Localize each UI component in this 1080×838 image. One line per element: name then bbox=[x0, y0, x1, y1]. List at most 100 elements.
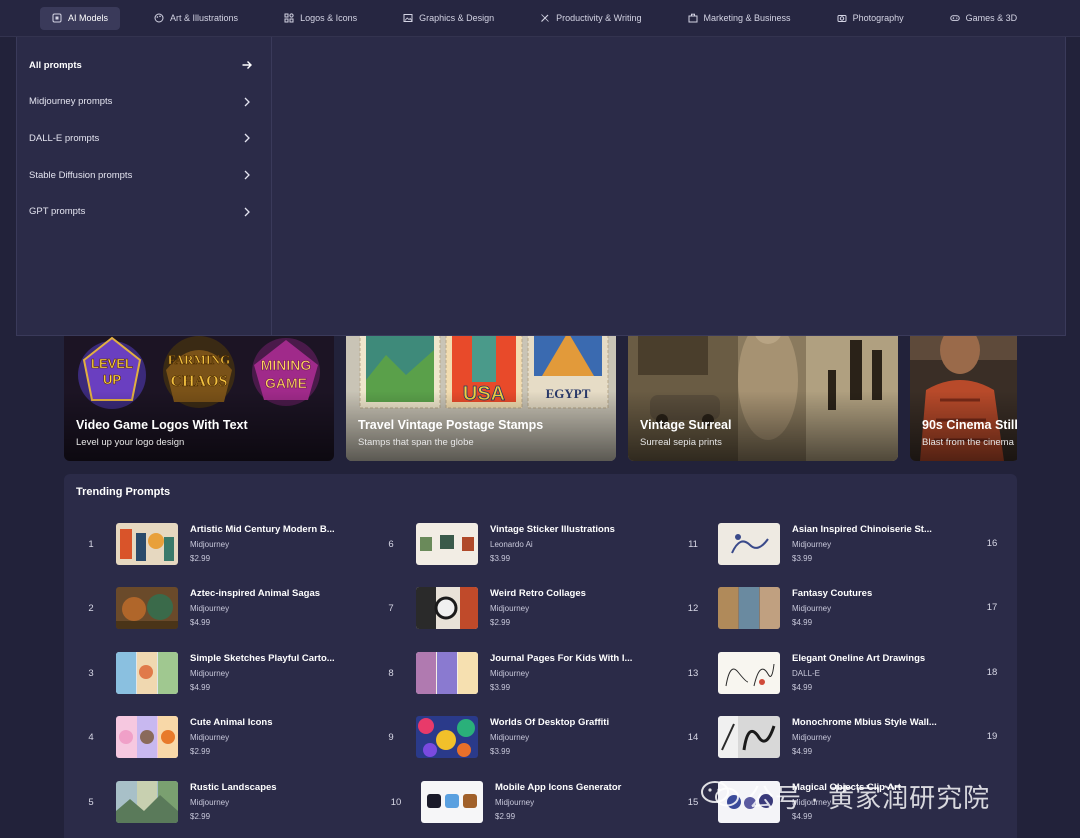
trending-price: $4.99 bbox=[190, 682, 211, 692]
trending-item[interactable]: 10 Mobile App Icons Generator Midjourney… bbox=[381, 780, 621, 824]
trending-thumbnail bbox=[116, 781, 178, 823]
trending-item[interactable]: 12 Fantasy Coutures Midjourney $4.99 bbox=[678, 586, 872, 630]
trending-name: Weird Retro Collages bbox=[490, 588, 586, 600]
nav-photography[interactable]: Photography bbox=[825, 7, 916, 30]
chevron-right-icon bbox=[241, 96, 253, 108]
nav-games-3d[interactable]: Games & 3D bbox=[938, 7, 1030, 30]
featured-card-title: Travel Vintage Postage Stamps bbox=[358, 418, 544, 432]
dropdown-menu-list: All prompts Midjourney prompts DALL-E pr… bbox=[17, 37, 272, 335]
trending-rank-overflow: 19 bbox=[986, 731, 998, 742]
trending-model: Midjourney bbox=[792, 603, 832, 613]
dropdown-item-dalle[interactable]: DALL-E prompts bbox=[17, 120, 271, 157]
chevron-right-icon bbox=[241, 169, 253, 181]
trending-price: $2.99 bbox=[495, 811, 516, 821]
trending-rank: 1 bbox=[88, 538, 94, 550]
trending-thumbnail bbox=[416, 523, 478, 565]
trending-item[interactable]: 14 Monochrome Mbius Style Wall... Midjou… bbox=[678, 715, 937, 759]
featured-card-title: 90s Cinema Still bbox=[922, 418, 1017, 432]
trending-item[interactable]: 2 Aztec-inspired Animal Sagas Midjourney… bbox=[76, 586, 320, 630]
top-nav: AI Models Art & Illustrations Logos & Ic… bbox=[0, 0, 1080, 37]
watermark-text: 公号 · 黄家润研究院 bbox=[748, 782, 991, 813]
trending-item[interactable]: 13 Elegant Oneline Art Drawings DALL-E $… bbox=[678, 651, 925, 695]
nav-label: Productivity & Writing bbox=[556, 13, 642, 23]
svg-text:UP: UP bbox=[103, 372, 121, 387]
trending-thumbnail bbox=[718, 652, 780, 694]
trending-name: Mobile App Icons Generator bbox=[495, 782, 622, 794]
trending-price: $3.99 bbox=[792, 553, 813, 563]
trending-item[interactable]: 5 Rustic Landscapes Midjourney $2.99 bbox=[76, 780, 277, 824]
trending-item[interactable]: 11 Asian Inspired Chinoiserie St... Midj… bbox=[678, 522, 932, 566]
svg-text:MINING: MINING bbox=[261, 357, 312, 373]
featured-card-title: Vintage Surreal bbox=[640, 418, 732, 432]
trending-thumbnail bbox=[718, 716, 780, 758]
trending-model: Midjourney bbox=[490, 603, 530, 613]
trending-name: Aztec-inspired Animal Sagas bbox=[190, 588, 321, 600]
trending-model: Midjourney bbox=[792, 732, 832, 742]
dropdown-item-label: DALL-E prompts bbox=[29, 132, 100, 144]
trending-item[interactable]: 3 Simple Sketches Playful Carto... Midjo… bbox=[76, 651, 335, 695]
trending-rank: 10 bbox=[390, 796, 402, 808]
svg-text:GAME: GAME bbox=[265, 375, 307, 391]
dropdown-item-gpt[interactable]: GPT prompts bbox=[17, 193, 271, 230]
featured-card-subtitle: Level up your logo design bbox=[76, 437, 185, 448]
palette-icon bbox=[154, 13, 164, 23]
trending-model: Midjourney bbox=[490, 732, 530, 742]
trending-name: Rustic Landscapes bbox=[190, 782, 277, 794]
svg-text:CHAOS: CHAOS bbox=[171, 373, 228, 390]
nav-art-illustrations[interactable]: Art & Illustrations bbox=[142, 7, 250, 30]
nav-label: Logos & Icons bbox=[300, 13, 358, 23]
all-prompts-link[interactable]: All prompts bbox=[17, 47, 271, 84]
trending-thumbnail bbox=[116, 587, 178, 629]
trending-item[interactable]: 6 Vintage Sticker Illustrations Leonardo… bbox=[376, 522, 615, 566]
dropdown-item-label: Midjourney prompts bbox=[29, 96, 113, 108]
svg-text:LEVEL: LEVEL bbox=[91, 356, 133, 371]
trending-name: Monochrome Mbius Style Wall... bbox=[792, 717, 937, 729]
gamepad-icon bbox=[949, 13, 960, 23]
all-prompts-label: All prompts bbox=[29, 59, 82, 71]
nav-logos-icons[interactable]: Logos & Icons bbox=[272, 7, 369, 30]
trending-name: Journal Pages For Kids With I... bbox=[490, 653, 633, 665]
trending-rank-overflow: 17 bbox=[986, 602, 998, 613]
trending-item[interactable]: 7 Weird Retro Collages Midjourney $2.99 bbox=[376, 586, 586, 630]
trending-price: $2.99 bbox=[190, 811, 211, 821]
trending-model: DALL-E bbox=[792, 668, 821, 678]
trending-item[interactable]: 4 Cute Animal Icons Midjourney $2.99 bbox=[76, 715, 273, 759]
nav-marketing-business[interactable]: Marketing & Business bbox=[676, 7, 803, 30]
camera-icon bbox=[837, 13, 847, 23]
trending-model: Midjourney bbox=[190, 539, 230, 549]
trending-model: Midjourney bbox=[495, 797, 535, 807]
trending-rank-overflow: 18 bbox=[986, 667, 998, 678]
nav-graphics-design[interactable]: Graphics & Design bbox=[391, 7, 506, 30]
featured-card-subtitle: Blast from the cinema bbox=[922, 437, 1014, 448]
nav-productivity-writing[interactable]: Productivity & Writing bbox=[528, 7, 653, 30]
trending-rank: 6 bbox=[388, 538, 394, 550]
trending-name: Vintage Sticker Illustrations bbox=[490, 524, 615, 536]
trending-price: $2.99 bbox=[190, 746, 211, 756]
trending-rank: 4 bbox=[88, 731, 94, 743]
trending-model: Midjourney bbox=[490, 668, 530, 678]
trending-rank: 14 bbox=[687, 731, 699, 743]
trending-item[interactable]: 1 Artistic Mid Century Modern B... Midjo… bbox=[76, 522, 335, 566]
trending-rank: 12 bbox=[687, 602, 699, 614]
trending-rank-overflow: 16 bbox=[986, 538, 998, 549]
trending-name: Elegant Oneline Art Drawings bbox=[792, 653, 926, 665]
trending-thumbnail bbox=[116, 716, 178, 758]
trending-price: $3.99 bbox=[490, 553, 511, 563]
trending-rank: 8 bbox=[388, 667, 394, 679]
trending-thumbnail bbox=[421, 781, 483, 823]
trending-item[interactable]: 9 Worlds Of Desktop Graffiti Midjourney … bbox=[376, 715, 609, 759]
trending-price: $2.99 bbox=[190, 553, 211, 563]
nav-label: Graphics & Design bbox=[419, 13, 495, 23]
trending-thumbnail bbox=[416, 587, 478, 629]
trending-price: $4.99 bbox=[792, 617, 813, 627]
trending-thumbnail bbox=[718, 523, 780, 565]
dropdown-preview-area bbox=[272, 37, 1065, 335]
trending-item[interactable]: 8 Journal Pages For Kids With I... Midjo… bbox=[376, 651, 632, 695]
dropdown-item-stable-diffusion[interactable]: Stable Diffusion prompts bbox=[17, 157, 271, 194]
nav-ai-models[interactable]: AI Models bbox=[40, 6, 121, 30]
pen-ruler-icon bbox=[540, 13, 550, 23]
svg-text:FARMING: FARMING bbox=[168, 352, 231, 367]
ai-chip-icon bbox=[52, 13, 62, 23]
dropdown-item-midjourney[interactable]: Midjourney prompts bbox=[17, 84, 271, 121]
trending-price: $2.99 bbox=[490, 617, 511, 627]
